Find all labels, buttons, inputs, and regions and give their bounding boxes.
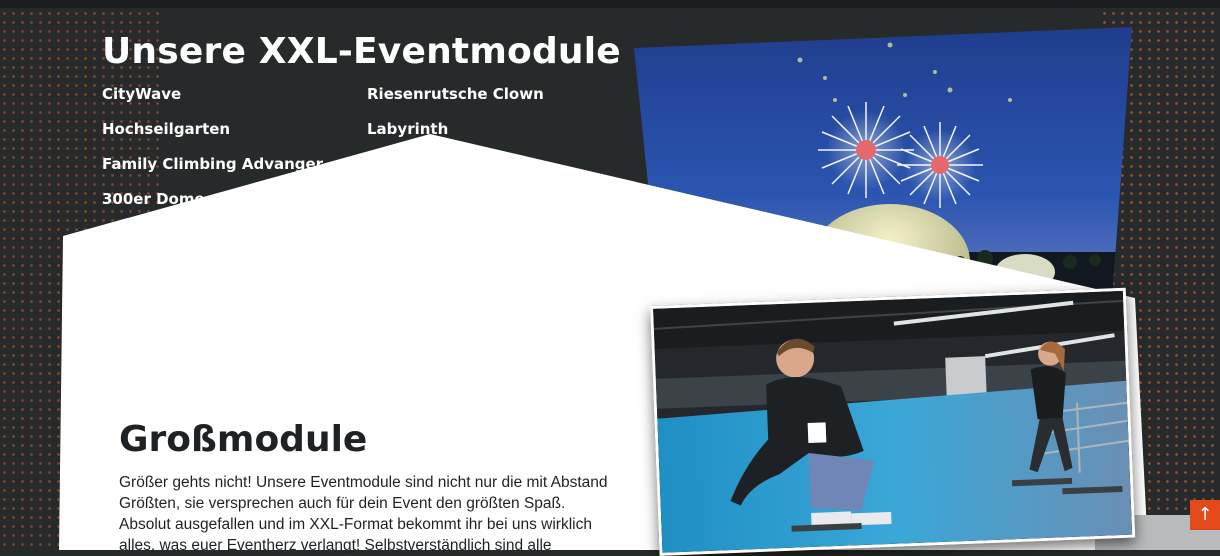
module-link-riesenrutsche-clown[interactable]: Riesenrutsche Clown — [367, 84, 544, 104]
skating-photo — [650, 287, 1136, 556]
module-link-citywave[interactable]: CityWave — [102, 84, 181, 104]
module-link-family-climbing[interactable]: Family Climbing Advanger — [102, 154, 323, 174]
section-title: Großmodule — [119, 419, 368, 460]
page-title: Unsere XXL-Eventmodule — [102, 31, 621, 72]
scroll-to-top-button[interactable]: ↑ — [1190, 500, 1220, 530]
section-description: Größer gehts nicht! Unsere Eventmodule s… — [119, 474, 608, 554]
module-link-hochseilgarten[interactable]: Hochseilgarten — [102, 119, 230, 139]
arrow-up-icon: ↑ — [1197, 504, 1213, 525]
top-strip — [0, 0, 1220, 8]
